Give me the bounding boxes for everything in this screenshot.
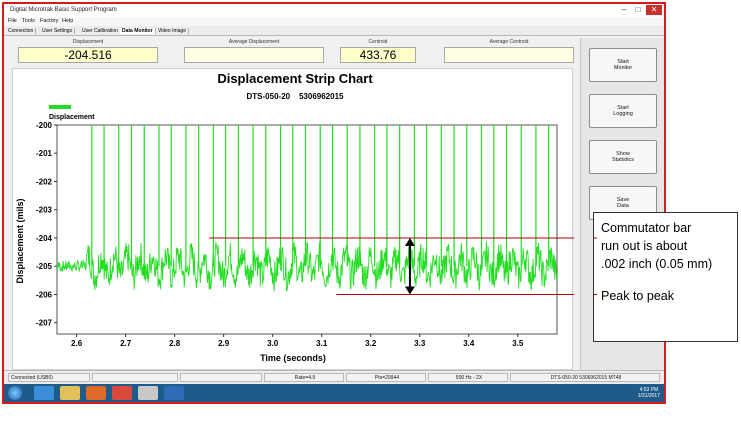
centroid-label: Centroid bbox=[368, 39, 388, 45]
avg-displacement-value bbox=[184, 47, 324, 63]
show-statistics-label: Show Statistics bbox=[611, 151, 634, 163]
y-tick-label: -207 bbox=[36, 319, 53, 328]
annotation-line-1: Commutator bar bbox=[601, 221, 692, 235]
menu-factory[interactable]: Factory bbox=[40, 18, 58, 24]
annotation-footer: Peak to peak bbox=[601, 289, 674, 303]
x-tick-label: 2.8 bbox=[169, 339, 181, 348]
x-tick-label: 3.1 bbox=[316, 339, 328, 348]
app-window: Digital Microtrak Basic Support Program … bbox=[2, 2, 666, 404]
menu-bar: File Tools Factory Help bbox=[4, 17, 664, 26]
os-taskbar: 4:53 PM 1/31/2017 bbox=[4, 384, 664, 402]
close-button[interactable]: ✕ bbox=[646, 5, 662, 15]
x-tick-label: 3.3 bbox=[414, 339, 426, 348]
y-tick-label: -200 bbox=[36, 121, 53, 130]
legend-label: Displacement bbox=[49, 114, 95, 121]
start-monitor-label: Start Monitor bbox=[613, 59, 633, 71]
y-tick-label: -206 bbox=[36, 290, 53, 299]
show-statistics-button[interactable]: Show Statistics bbox=[589, 140, 657, 174]
clock[interactable]: 4:53 PM 1/31/2017 bbox=[638, 387, 660, 399]
tab-user-calibration[interactable]: User Calibration bbox=[80, 28, 121, 34]
clock-date: 1/31/2017 bbox=[637, 393, 660, 399]
start-orb-icon[interactable] bbox=[8, 386, 22, 400]
window-title: Digital Microtrak Basic Support Program bbox=[10, 7, 117, 13]
y-axis-label: Displacement (mils) bbox=[15, 198, 25, 283]
file-explorer-icon[interactable] bbox=[60, 386, 80, 400]
start-logging-label: Start Logging bbox=[613, 105, 633, 117]
x-tick-label: 3.0 bbox=[267, 339, 279, 348]
status-empty-2 bbox=[180, 373, 262, 382]
strip-chart: Displacement Strip Chart DTS-050-20 5306… bbox=[15, 71, 574, 363]
displacement-label: Displacement bbox=[72, 39, 104, 45]
status-empty-1 bbox=[92, 373, 178, 382]
avg-displacement-label: Average Displacement bbox=[228, 39, 280, 45]
chart-axes: 2.6 2.7 2.8 2.9 3.0 3.1 3.2 3.3 3.4 3.5 -200 -201 -2… bbox=[36, 121, 558, 348]
y-tick-label: -201 bbox=[36, 149, 53, 158]
x-tick-label: 3.4 bbox=[463, 339, 475, 348]
tab-data-monitor[interactable]: Data Monitor bbox=[120, 28, 156, 34]
centroid-value: 433.76 bbox=[340, 47, 416, 63]
tab-user-settings[interactable]: User Settings bbox=[40, 28, 76, 34]
chart-title: Displacement Strip Chart bbox=[217, 71, 373, 86]
save-data-label: Save Data bbox=[616, 197, 630, 209]
menu-help[interactable]: Help bbox=[62, 18, 73, 24]
legend-swatch bbox=[49, 105, 71, 109]
internet-explorer-icon[interactable] bbox=[34, 386, 54, 400]
system-tray: 4:53 PM 1/31/2017 bbox=[580, 386, 664, 400]
tab-bar: Connection User Settings User Calibratio… bbox=[4, 26, 664, 36]
chrome-icon[interactable] bbox=[112, 386, 132, 400]
strip-chart-panel: Displacement Strip Chart DTS-050-20 5306… bbox=[12, 68, 574, 370]
x-tick-label: 2.7 bbox=[120, 339, 132, 348]
microtrak-app-icon[interactable] bbox=[138, 386, 158, 400]
title-bar: Digital Microtrak Basic Support Program … bbox=[4, 4, 664, 17]
maximize-button[interactable]: □ bbox=[632, 5, 644, 15]
annotation-line-3: .002 inch (0.05 mm) bbox=[601, 257, 713, 271]
tab-connection[interactable]: Connection bbox=[6, 28, 37, 34]
menu-file[interactable]: File bbox=[8, 18, 17, 24]
status-bar: Connected (USB0) Rate=4.9 Pts=29944 500 … bbox=[4, 370, 664, 384]
menu-tools[interactable]: Tools bbox=[22, 18, 35, 24]
start-monitor-button[interactable]: Start Monitor bbox=[589, 48, 657, 82]
x-tick-label: 2.6 bbox=[71, 339, 83, 348]
x-axis-label: Time (seconds) bbox=[260, 353, 326, 363]
tab-video-image[interactable]: Video Image bbox=[156, 28, 189, 34]
x-tick-label: 3.2 bbox=[365, 339, 377, 348]
minimize-button[interactable]: – bbox=[618, 5, 630, 15]
y-tick-label: -203 bbox=[36, 206, 53, 215]
status-frequency: 500 Hz - 2X bbox=[428, 373, 508, 382]
word-icon[interactable] bbox=[164, 386, 184, 400]
x-tick-label: 3.5 bbox=[512, 339, 524, 348]
y-tick-label: -205 bbox=[36, 262, 53, 271]
avg-centroid-label: Average Centroid bbox=[489, 39, 529, 45]
status-rate: Rate=4.9 bbox=[264, 373, 344, 382]
avg-centroid-value bbox=[444, 47, 574, 63]
media-player-icon[interactable] bbox=[86, 386, 106, 400]
annotation-callout: Commutator bar run out is about .002 inc… bbox=[593, 212, 738, 342]
status-points: Pts=29944 bbox=[346, 373, 426, 382]
displacement-value: -204.516 bbox=[18, 47, 158, 63]
annotation-line-2: run out is about bbox=[601, 239, 688, 253]
y-tick-label: -204 bbox=[36, 234, 53, 243]
status-device: DTS-050-20 5306962015 MT48 bbox=[510, 373, 660, 382]
start-logging-button[interactable]: Start Logging bbox=[589, 94, 657, 128]
y-tick-label: -202 bbox=[36, 177, 53, 186]
chart-subtitle: DTS-050-20 5306962015 bbox=[247, 92, 345, 101]
x-tick-label: 2.9 bbox=[218, 339, 230, 348]
status-connection: Connected (USB0) bbox=[8, 373, 90, 382]
